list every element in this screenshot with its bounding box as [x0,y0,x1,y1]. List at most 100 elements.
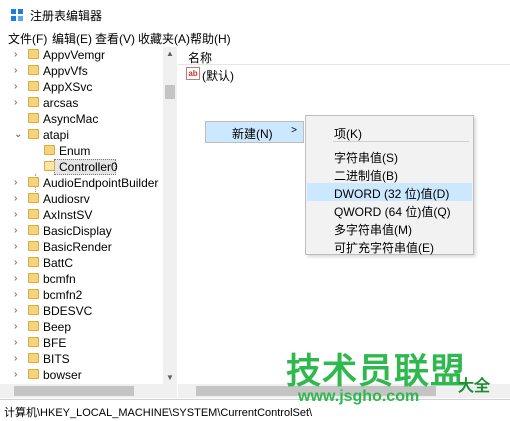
tree-item[interactable]: › bcmfn [0,271,162,287]
menu-view[interactable]: 查看(V) [95,30,135,47]
folder-icon [28,129,39,139]
tree-item[interactable]: › bowser [0,367,162,383]
tree-item-label: Beep [43,320,72,334]
submenu-item-expandable-string[interactable]: 可扩充字符串值(E) [307,237,472,255]
tree-hscroll-thumb[interactable] [14,386,134,396]
tree-item[interactable]: › AxInstSV [0,207,162,223]
watermark-side: 大全 [458,378,491,395]
new-submenu: 项(K) 字符串值(S) 二进制值(B) DWORD (32 位)值(D) QW… [305,115,474,255]
menu-edit[interactable]: 编辑(E) [52,30,92,47]
tree-item-label: BasicDisplay [43,224,112,238]
submenu-item-label: QWORD (64 位)值(Q) [334,205,451,219]
chevron-right-icon[interactable]: › [14,177,17,189]
watermark-title: 技术员联盟 [286,352,467,391]
registry-tree: › AppvVemgr › AppvVfs › AppXSvc › arcsas AsyncMa… [0,47,177,384]
chevron-right-icon[interactable]: › [14,369,17,381]
tree-item[interactable]: › AudioEndpointBuilder [0,175,162,191]
chevron-right-icon[interactable]: › [14,97,17,109]
folder-icon [28,305,39,315]
chevron-right-icon[interactable]: › [14,257,17,269]
submenu-item-string[interactable]: 字符串值(S) [307,147,472,165]
tree-item[interactable]: › BFE [0,335,162,351]
column-name-header[interactable]: 名称 [188,49,212,66]
submenu-item-label: 多字符串值(M) [334,223,412,237]
tree-item-label: bowser [43,368,82,382]
submenu-item-key[interactable]: 项(K) [307,123,472,141]
current-key-path: 计算机\HKEY_LOCAL_MACHINE\SYSTEM\CurrentCon… [4,407,313,419]
tree-item[interactable]: Controller0 [0,159,162,175]
chevron-right-icon[interactable]: › [14,337,17,349]
chevron-right-icon[interactable]: › [14,209,17,221]
menu-item-new-label: 新建(N) [232,127,273,141]
folder-icon [28,113,39,123]
folder-icon [28,273,39,283]
chevron-right-icon[interactable]: › [14,241,17,253]
tree-item[interactable]: › BattC [0,255,162,271]
chevron-right-icon[interactable]: › [14,321,17,333]
folder-icon [28,65,39,75]
string-value-icon: ab [186,67,200,80]
title-bar: 注册表编辑器 [0,0,510,28]
chevron-right-icon[interactable]: › [14,65,17,77]
tree-item[interactable]: ⌄ atapi [0,127,162,143]
chevron-right-icon[interactable]: › [14,193,17,205]
tree-item[interactable]: › BITS [0,351,162,367]
submenu-item-dword[interactable]: DWORD (32 位)值(D) [307,183,472,201]
tree-item[interactable]: AsyncMac [0,111,162,127]
chevron-right-icon[interactable]: › [14,225,17,237]
watermark: 技术员联盟 大全 www.jsgho.com [286,352,510,405]
tree-item-label: AppvVfs [43,64,88,78]
menu-item-new[interactable]: 新建(N) > [206,122,303,142]
tree-horizontal-scrollbar[interactable] [0,384,177,398]
window-title: 注册表编辑器 [30,9,103,23]
tree-item[interactable]: › AppXSvc [0,79,162,95]
folder-icon [28,321,39,331]
submenu-item-multi-string[interactable]: 多字符串值(M) [307,219,472,237]
tree-item[interactable]: › arcsas [0,95,162,111]
submenu-item-binary[interactable]: 二进制值(B) [307,165,472,183]
value-name: (默认) [202,69,234,83]
tree-item-label: bcmfn2 [43,288,83,302]
folder-icon [44,145,55,155]
tree-item[interactable]: › BasicDisplay [0,223,162,239]
chevron-right-icon[interactable]: › [14,305,17,317]
submenu-item-label: 字符串值(S) [334,151,398,165]
scroll-up-icon[interactable]: ▲ [166,49,174,58]
scroll-down-icon[interactable]: ▼ [166,373,174,382]
chevron-right-icon[interactable]: › [14,289,17,301]
chevron-down-icon[interactable]: ⌄ [14,129,22,141]
menu-file[interactable]: 文件(F) [8,30,47,47]
value-row-default[interactable]: ab (默认) [178,66,510,83]
menu-favorites[interactable]: 收藏夹(A) [138,30,190,47]
chevron-right-icon[interactable]: › [14,273,17,285]
tree-item[interactable]: › bcmfn2 [0,287,162,303]
tree-item[interactable]: › Beep [0,319,162,335]
chevron-right-icon[interactable]: › [14,353,17,365]
tree-item[interactable]: › BDESVC [0,303,162,319]
tree-item[interactable]: Enum [0,143,162,159]
submenu-arrow-icon: > [291,125,297,136]
chevron-right-icon[interactable]: › [14,81,17,93]
tree-scroll-thumb[interactable] [165,85,175,99]
tree-item[interactable]: › Audiosrv [0,191,162,207]
tree-item-label: AppvVemgr [43,48,106,62]
list-header: 名称 [178,47,510,65]
folder-icon [28,97,39,107]
menu-separator [333,141,469,142]
tree-item[interactable]: › AppvVemgr [0,47,162,63]
chevron-right-icon[interactable]: › [14,49,17,61]
folder-icon [28,209,39,219]
tree-item[interactable]: › BasicRender [0,239,162,255]
folder-icon [28,289,39,299]
tree-item-label: AppXSvc [43,80,93,94]
tree-item[interactable]: › AppvVfs [0,63,162,79]
tree-item-label: Controller0 [59,160,118,174]
folder-icon [28,241,39,251]
submenu-item-qword[interactable]: QWORD (64 位)值(Q) [307,201,472,219]
folder-icon [28,369,39,379]
tree-item-label: Audiosrv [43,192,90,206]
menu-help[interactable]: 帮助(H) [190,30,231,47]
tree-vertical-scrollbar[interactable]: ▲ ▼ [163,47,177,384]
context-menu: 新建(N) > [205,121,304,143]
submenu-item-label: DWORD (32 位)值(D) [334,187,450,201]
